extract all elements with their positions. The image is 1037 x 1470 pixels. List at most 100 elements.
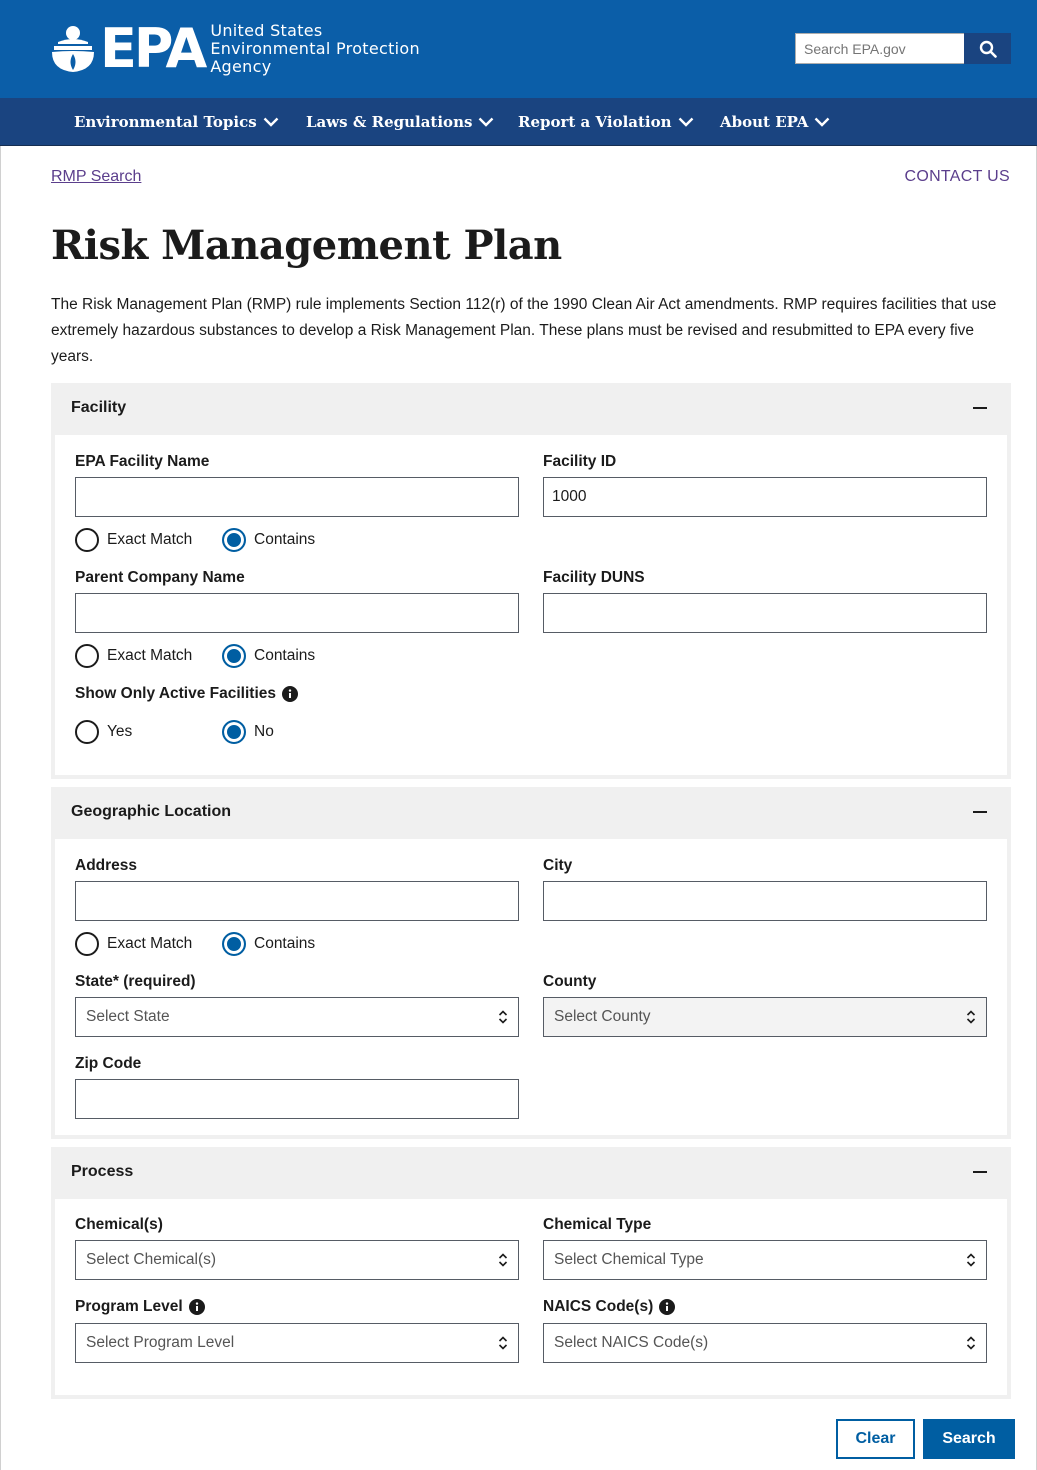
nav-label: Environmental Topics — [74, 113, 257, 131]
facility-name-contains-radio[interactable]: Contains — [222, 528, 315, 552]
nav-report-violation[interactable]: Report a Violation — [518, 98, 694, 146]
process-section-body — [55, 1199, 1007, 1395]
sort-arrows-icon — [966, 1253, 976, 1267]
agency-line-1: United States — [210, 21, 323, 40]
parent-company-label: Parent Company Name — [75, 569, 245, 586]
county-label: County — [543, 973, 597, 990]
section-heading: Geographic Location — [71, 803, 232, 820]
minus-icon — [973, 1171, 987, 1173]
state-select[interactable]: Select State — [75, 997, 519, 1037]
chemicals-select[interactable]: Select Chemical(s) — [75, 1240, 519, 1280]
facility-id-input[interactable] — [543, 477, 987, 517]
sort-arrows-icon — [966, 1010, 976, 1024]
radio-label: Exact Match — [107, 935, 193, 952]
program-level-select[interactable]: Select Program Level — [75, 1323, 519, 1363]
sort-arrows-icon — [498, 1336, 508, 1350]
state-select-value: Select State — [86, 1008, 170, 1025]
agency-name: United States Environmental Protection A… — [210, 22, 420, 76]
radio-label: Contains — [254, 935, 316, 952]
minus-icon — [973, 811, 987, 813]
epa-flower-icon — [52, 26, 94, 72]
address-exact-match-radio[interactable]: Exact Match — [75, 932, 192, 956]
site-search-input[interactable] — [795, 33, 964, 64]
breadcrumb-rmp-search[interactable]: RMP Search — [51, 168, 141, 186]
search-button[interactable]: Search — [923, 1419, 1015, 1459]
chemical-type-label: Chemical Type — [543, 1216, 652, 1233]
parent-contains-radio[interactable]: Contains — [222, 644, 315, 668]
parent-exact-match-radio[interactable]: Exact Match — [75, 644, 192, 668]
main-nav: Environmental Topics Laws & Regulations … — [0, 98, 1037, 146]
chemicals-select-value: Select Chemical(s) — [86, 1251, 217, 1268]
chevron-down-icon — [479, 117, 494, 127]
facility-duns-input[interactable] — [543, 593, 987, 633]
chemical-type-select-value: Select Chemical Type — [554, 1251, 704, 1268]
nav-laws-regulations[interactable]: Laws & Regulations — [306, 98, 494, 146]
radio-label: Contains — [254, 531, 316, 548]
active-facilities-text: Show Only Active Facilities — [75, 685, 276, 702]
nav-environmental-topics[interactable]: Environmental Topics — [74, 98, 279, 146]
geographic-section-header[interactable]: Geographic Location — [51, 787, 1011, 837]
chemicals-label: Chemical(s) — [75, 1216, 163, 1233]
section-heading: Process — [71, 1163, 134, 1180]
radio-circle — [75, 932, 99, 956]
city-input[interactable] — [543, 881, 987, 921]
site-header: EPA United States Environmental Protecti… — [0, 0, 1037, 98]
epa-logo[interactable]: EPA United States Environmental Protecti… — [50, 22, 420, 76]
info-icon[interactable] — [188, 1299, 205, 1315]
page-title: Risk Management Plan — [51, 222, 562, 269]
naics-select-value: Select NAICS Code(s) — [554, 1334, 709, 1351]
epa-facility-name-label: EPA Facility Name — [75, 453, 210, 470]
info-icon[interactable] — [659, 1299, 676, 1315]
radio-circle-selected — [222, 644, 246, 668]
naics-select[interactable]: Select NAICS Code(s) — [543, 1323, 987, 1363]
naics-label: NAICS Code(s) — [543, 1298, 676, 1316]
site-search-button[interactable] — [964, 33, 1011, 64]
radio-circle — [75, 720, 99, 744]
chevron-down-icon — [263, 117, 279, 127]
radio-label: Exact Match — [107, 531, 193, 548]
address-contains-radio[interactable]: Contains — [222, 932, 315, 956]
chemical-type-select[interactable]: Select Chemical Type — [543, 1240, 987, 1280]
radio-label: Exact Match — [107, 647, 193, 664]
program-level-label: Program Level — [75, 1298, 205, 1316]
active-yes-radio[interactable]: Yes — [75, 720, 132, 744]
naics-text: NAICS Code(s) — [543, 1298, 654, 1315]
zip-code-input[interactable] — [75, 1079, 519, 1119]
radio-label: Yes — [107, 723, 133, 740]
sort-arrows-icon — [498, 1253, 508, 1267]
radio-label: No — [254, 723, 274, 740]
program-level-select-value: Select Program Level — [86, 1334, 235, 1351]
radio-circle-selected — [222, 720, 246, 744]
active-no-radio[interactable]: No — [222, 720, 274, 744]
zip-code-label: Zip Code — [75, 1055, 142, 1072]
info-icon[interactable] — [282, 686, 298, 702]
program-level-text: Program Level — [75, 1298, 183, 1315]
search-icon — [979, 40, 997, 58]
clear-button[interactable]: Clear — [836, 1419, 915, 1459]
address-input[interactable] — [75, 881, 519, 921]
facility-id-label: Facility ID — [543, 453, 617, 470]
radio-circle-selected — [222, 528, 246, 552]
logo-wordmark: EPA — [100, 17, 207, 80]
county-select-value: Select County — [554, 1008, 651, 1025]
radio-circle-selected — [222, 932, 246, 956]
nav-about-epa[interactable]: About EPA — [720, 98, 830, 146]
county-select[interactable]: Select County — [543, 997, 987, 1037]
address-label: Address — [75, 857, 138, 874]
sort-arrows-icon — [498, 1010, 508, 1024]
facility-name-exact-match-radio[interactable]: Exact Match — [75, 528, 192, 552]
nav-label: Laws & Regulations — [306, 113, 473, 131]
parent-company-input[interactable] — [75, 593, 519, 633]
state-label: State* (required) — [75, 973, 196, 990]
radio-circle — [75, 644, 99, 668]
chevron-down-icon — [678, 117, 693, 127]
contact-us-link[interactable]: CONTACT US — [904, 168, 1010, 186]
facility-section-header[interactable]: Facility — [51, 383, 1011, 433]
process-section-header[interactable]: Process — [51, 1147, 1011, 1197]
section-heading: Facility — [71, 399, 127, 416]
city-label: City — [543, 857, 573, 874]
epa-facility-name-input[interactable] — [75, 477, 519, 517]
page-intro: The Risk Management Plan (RMP) rule impl… — [51, 296, 997, 365]
facility-duns-label: Facility DUNS — [543, 569, 645, 586]
chevron-down-icon — [815, 117, 830, 127]
